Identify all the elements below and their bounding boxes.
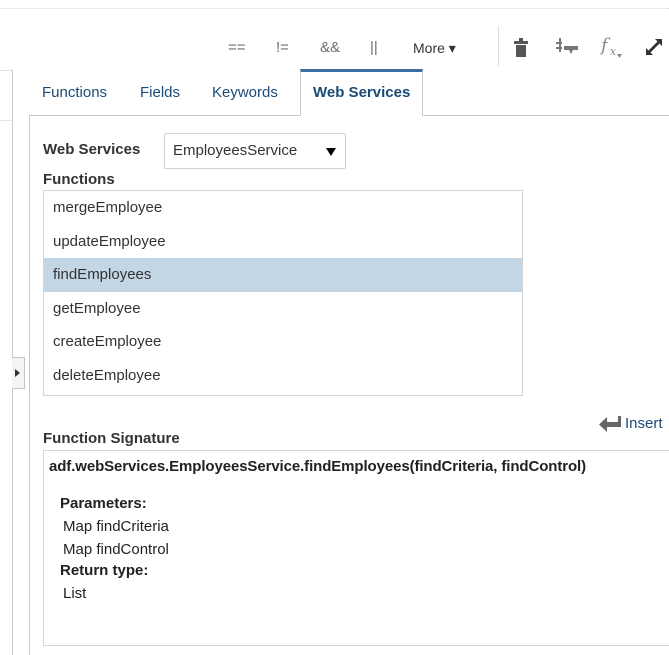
list-item[interactable]: updateEmployee	[44, 225, 522, 259]
panel-collapse-handle[interactable]	[12, 357, 25, 389]
insert-row-icon[interactable]	[556, 38, 578, 62]
parameters-heading: Parameters:	[60, 495, 147, 512]
tab-fields[interactable]: Fields	[140, 70, 180, 116]
web-service-select[interactable]: EmployeesService	[164, 133, 346, 169]
tab-web-services[interactable]: Web Services	[300, 69, 424, 116]
equals-operator-button[interactable]: ==	[228, 36, 246, 60]
list-item[interactable]: deleteEmployee	[44, 359, 522, 393]
function-signature-label: Function Signature	[43, 430, 180, 447]
or-operator-button[interactable]: ||	[370, 36, 378, 60]
not-equals-operator-button[interactable]: !=	[276, 36, 289, 60]
function-signature-box: adf.webServices.EmployeesService.findEmp…	[43, 450, 669, 646]
toolbar-separator	[498, 26, 499, 66]
list-item[interactable]: createEmployee	[44, 325, 522, 359]
tab-bar: Functions Fields Keywords Web Services	[29, 69, 669, 116]
web-service-select-value: EmployeesService	[173, 142, 298, 159]
expand-icon[interactable]	[645, 38, 663, 62]
web-services-label: Web Services	[43, 141, 141, 158]
svg-text:x: x	[610, 45, 617, 58]
insert-arrow-icon	[598, 416, 622, 432]
list-item[interactable]: mergeEmployee	[44, 191, 522, 225]
tab-keywords[interactable]: Keywords	[212, 70, 278, 116]
parameter-item: Map findControl	[63, 541, 169, 558]
functions-label: Functions	[43, 171, 115, 188]
and-operator-button[interactable]: &&	[320, 36, 340, 60]
tab-functions[interactable]: Functions	[42, 70, 107, 116]
list-item[interactable]: getEmployee	[44, 292, 522, 326]
list-item-selected[interactable]: findEmployees	[44, 258, 522, 292]
more-menu-button[interactable]: More ▾	[413, 36, 456, 60]
signature-text: adf.webServices.EmployeesService.findEmp…	[49, 458, 587, 475]
insert-label: Insert	[625, 415, 663, 432]
return-type-heading: Return type:	[60, 562, 149, 579]
functions-list[interactable]: mergeEmployee updateEmployee findEmploye…	[43, 190, 523, 396]
return-type-value: List	[63, 585, 87, 602]
dropdown-arrow-icon	[326, 148, 336, 156]
trash-icon[interactable]	[514, 38, 528, 62]
expand-arrow-icon	[15, 369, 20, 377]
function-fx-icon[interactable]: fx	[599, 34, 624, 58]
parameter-item: Map findCriteria	[63, 518, 169, 535]
